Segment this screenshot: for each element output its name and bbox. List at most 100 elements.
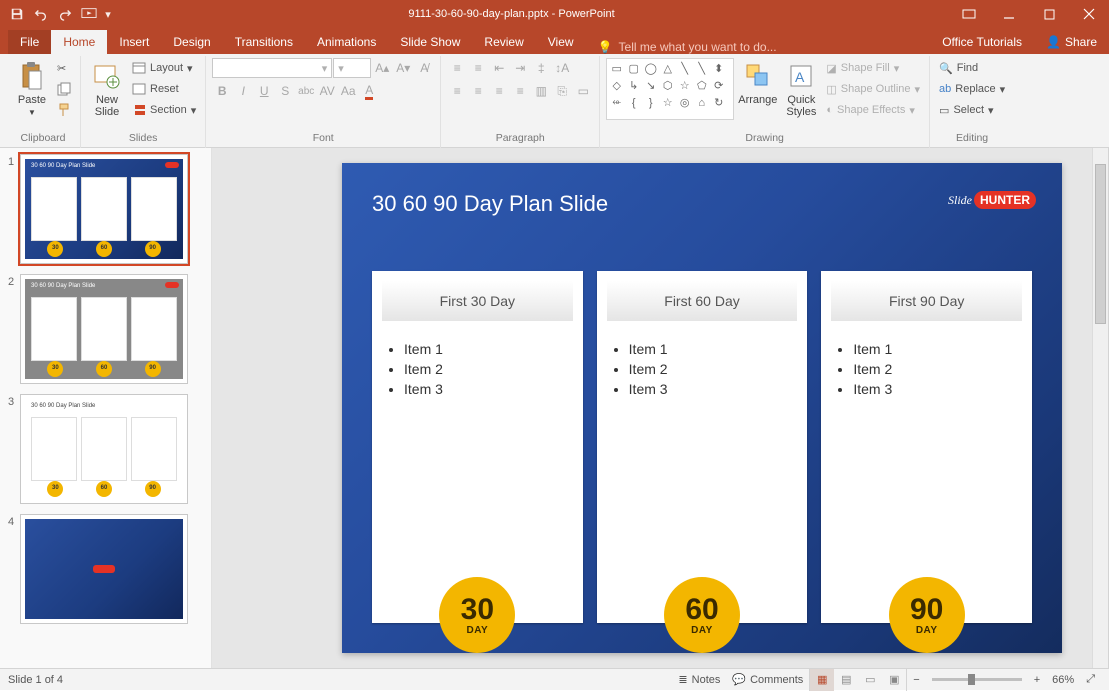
shadow-button[interactable]: abc bbox=[296, 81, 316, 101]
column-60[interactable]: First 60 Day Item 1Item 2Item 3 60DAY bbox=[597, 271, 808, 623]
char-spacing-button[interactable]: AV bbox=[317, 81, 337, 101]
font-color-button[interactable]: A bbox=[359, 81, 379, 101]
slideshow-view-button[interactable]: ▣ bbox=[882, 669, 906, 691]
reading-view-button[interactable]: ▭ bbox=[858, 669, 882, 691]
slide-thumb-1[interactable]: 1 30 60 90 Day Plan Slide 306090 bbox=[2, 154, 211, 264]
tab-view[interactable]: View bbox=[536, 30, 586, 54]
cut-icon: ✂ bbox=[57, 62, 66, 75]
zoom-slider[interactable] bbox=[932, 678, 1022, 681]
redo-button[interactable] bbox=[54, 3, 76, 25]
notes-button[interactable]: ≣Notes bbox=[672, 670, 726, 690]
column-60-items: Item 1Item 2Item 3 bbox=[597, 331, 808, 407]
replace-button[interactable]: abReplace ▾ bbox=[936, 79, 1008, 99]
close-button[interactable] bbox=[1069, 0, 1109, 28]
tab-design[interactable]: Design bbox=[161, 30, 222, 54]
quick-styles-button[interactable]: A Quick Styles bbox=[781, 58, 821, 120]
normal-view-button[interactable]: ▦ bbox=[810, 669, 834, 691]
indent-button[interactable]: ⇥ bbox=[510, 58, 530, 78]
maximize-button[interactable] bbox=[1029, 0, 1069, 28]
tab-transitions[interactable]: Transitions bbox=[223, 30, 305, 54]
brush-icon bbox=[57, 103, 71, 117]
comments-icon: 💬 bbox=[732, 673, 746, 686]
columns-button[interactable]: ▥ bbox=[531, 81, 551, 101]
format-painter-button[interactable] bbox=[54, 100, 74, 120]
line-spacing-button[interactable]: ‡ bbox=[531, 58, 551, 78]
shape-outline-button[interactable]: ◫Shape Outline ▾ bbox=[823, 79, 923, 99]
share-button[interactable]: 👤Share bbox=[1034, 30, 1109, 54]
new-slide-button[interactable]: New Slide bbox=[87, 58, 127, 120]
column-90[interactable]: First 90 Day Item 1Item 2Item 3 90DAY bbox=[821, 271, 1032, 623]
copy-button[interactable] bbox=[54, 79, 74, 99]
section-button[interactable]: Section ▾ bbox=[129, 100, 199, 120]
tab-animations[interactable]: Animations bbox=[305, 30, 388, 54]
increase-font-icon[interactable]: A▴ bbox=[372, 58, 392, 78]
smartart-button[interactable]: ▭ bbox=[573, 81, 593, 101]
zoom-out-button[interactable]: − bbox=[907, 670, 925, 690]
shape-fill-button[interactable]: ◪Shape Fill ▾ bbox=[823, 58, 923, 78]
strike-button[interactable]: S bbox=[275, 81, 295, 101]
tab-home[interactable]: Home bbox=[51, 30, 107, 54]
tab-insert[interactable]: Insert bbox=[107, 30, 161, 54]
arrange-button[interactable]: Arrange bbox=[734, 58, 781, 108]
reset-button[interactable]: Reset bbox=[129, 79, 199, 99]
statusbar: Slide 1 of 4 ≣Notes 💬Comments ▦ ▤ ▭ ▣ − … bbox=[0, 668, 1109, 690]
save-button[interactable] bbox=[6, 3, 28, 25]
font-name-combo[interactable]: ▾ bbox=[212, 58, 332, 78]
group-font: ▾ ▾ A▴ A▾ A̸ B I U S abc AV Aa A Font bbox=[206, 56, 441, 148]
justify-button[interactable]: ≡ bbox=[510, 81, 530, 101]
thumbnail-panel[interactable]: 1 30 60 90 Day Plan Slide 306090 2 30 60… bbox=[0, 148, 212, 668]
align-text-button[interactable]: ⎘ bbox=[552, 81, 572, 101]
italic-button[interactable]: I bbox=[233, 81, 253, 101]
slide-thumb-3[interactable]: 3 30 60 90 Day Plan Slide 306090 bbox=[2, 394, 211, 504]
tab-review[interactable]: Review bbox=[472, 30, 535, 54]
office-tutorials-link[interactable]: Office Tutorials bbox=[930, 30, 1034, 54]
underline-button[interactable]: U bbox=[254, 81, 274, 101]
comments-button[interactable]: 💬Comments bbox=[726, 670, 809, 690]
align-left-button[interactable]: ≡ bbox=[447, 81, 467, 101]
shape-effects-button[interactable]: ◐Shape Effects ▾ bbox=[823, 100, 923, 120]
numbering-button[interactable]: ≡ bbox=[468, 58, 488, 78]
tell-me-search[interactable]: 💡Tell me what you want to do... bbox=[586, 40, 931, 54]
vertical-scrollbar[interactable] bbox=[1092, 148, 1108, 668]
font-size-combo[interactable]: ▾ bbox=[333, 58, 371, 78]
ribbon-display-button[interactable] bbox=[949, 0, 989, 28]
clear-format-icon[interactable]: A̸ bbox=[414, 58, 434, 78]
slide-canvas[interactable]: 30 60 90 Day Plan Slide SlideHUNTER Firs… bbox=[212, 148, 1109, 668]
slide[interactable]: 30 60 90 Day Plan Slide SlideHUNTER Firs… bbox=[342, 163, 1062, 653]
scroll-thumb[interactable] bbox=[1095, 164, 1106, 324]
bold-button[interactable]: B bbox=[212, 81, 232, 101]
start-slideshow-button[interactable] bbox=[78, 3, 100, 25]
align-right-button[interactable]: ≡ bbox=[489, 81, 509, 101]
slide-thumb-4[interactable]: 4 bbox=[2, 514, 211, 624]
zoom-in-button[interactable]: + bbox=[1028, 670, 1046, 690]
slide-position[interactable]: Slide 1 of 4 bbox=[8, 674, 63, 686]
bullets-button[interactable]: ≡ bbox=[447, 58, 467, 78]
layout-icon bbox=[132, 62, 146, 74]
qat-customize-icon[interactable]: ▾ bbox=[102, 3, 114, 25]
arrange-icon bbox=[742, 60, 774, 92]
replace-icon: ab bbox=[939, 83, 951, 95]
slide-title[interactable]: 30 60 90 Day Plan Slide bbox=[372, 191, 608, 217]
change-case-button[interactable]: Aa bbox=[338, 81, 358, 101]
cut-button[interactable]: ✂ bbox=[54, 58, 74, 78]
sorter-view-button[interactable]: ▤ bbox=[834, 669, 858, 691]
tab-slideshow[interactable]: Slide Show bbox=[388, 30, 472, 54]
paste-button[interactable]: Paste▼ bbox=[12, 58, 52, 119]
undo-button[interactable] bbox=[30, 3, 52, 25]
layout-button[interactable]: Layout ▾ bbox=[129, 58, 199, 78]
zoom-level[interactable]: 66% bbox=[1046, 670, 1080, 690]
shapes-gallery[interactable]: ▭▢◯△╲╲⬍ ◇↳↘⬡☆⬠⟳ ⬰{}☆◎⌂↻ bbox=[606, 58, 734, 120]
outdent-button[interactable]: ⇤ bbox=[489, 58, 509, 78]
ribbon-tabs: File Home Insert Design Transitions Anim… bbox=[0, 28, 1109, 54]
slide-thumb-2[interactable]: 2 30 60 90 Day Plan Slide 306090 bbox=[2, 274, 211, 384]
find-button[interactable]: 🔍Find bbox=[936, 58, 1008, 78]
text-direction-button[interactable]: ↕A bbox=[552, 58, 572, 78]
copy-icon bbox=[57, 82, 71, 96]
align-center-button[interactable]: ≡ bbox=[468, 81, 488, 101]
minimize-button[interactable] bbox=[989, 0, 1029, 28]
column-30[interactable]: First 30 Day Item 1Item 2Item 3 30DAY bbox=[372, 271, 583, 623]
fit-button[interactable]: ⤢ bbox=[1080, 670, 1101, 690]
decrease-font-icon[interactable]: A▾ bbox=[393, 58, 413, 78]
tab-file[interactable]: File bbox=[8, 30, 51, 54]
select-button[interactable]: ▭Select ▾ bbox=[936, 100, 1008, 120]
